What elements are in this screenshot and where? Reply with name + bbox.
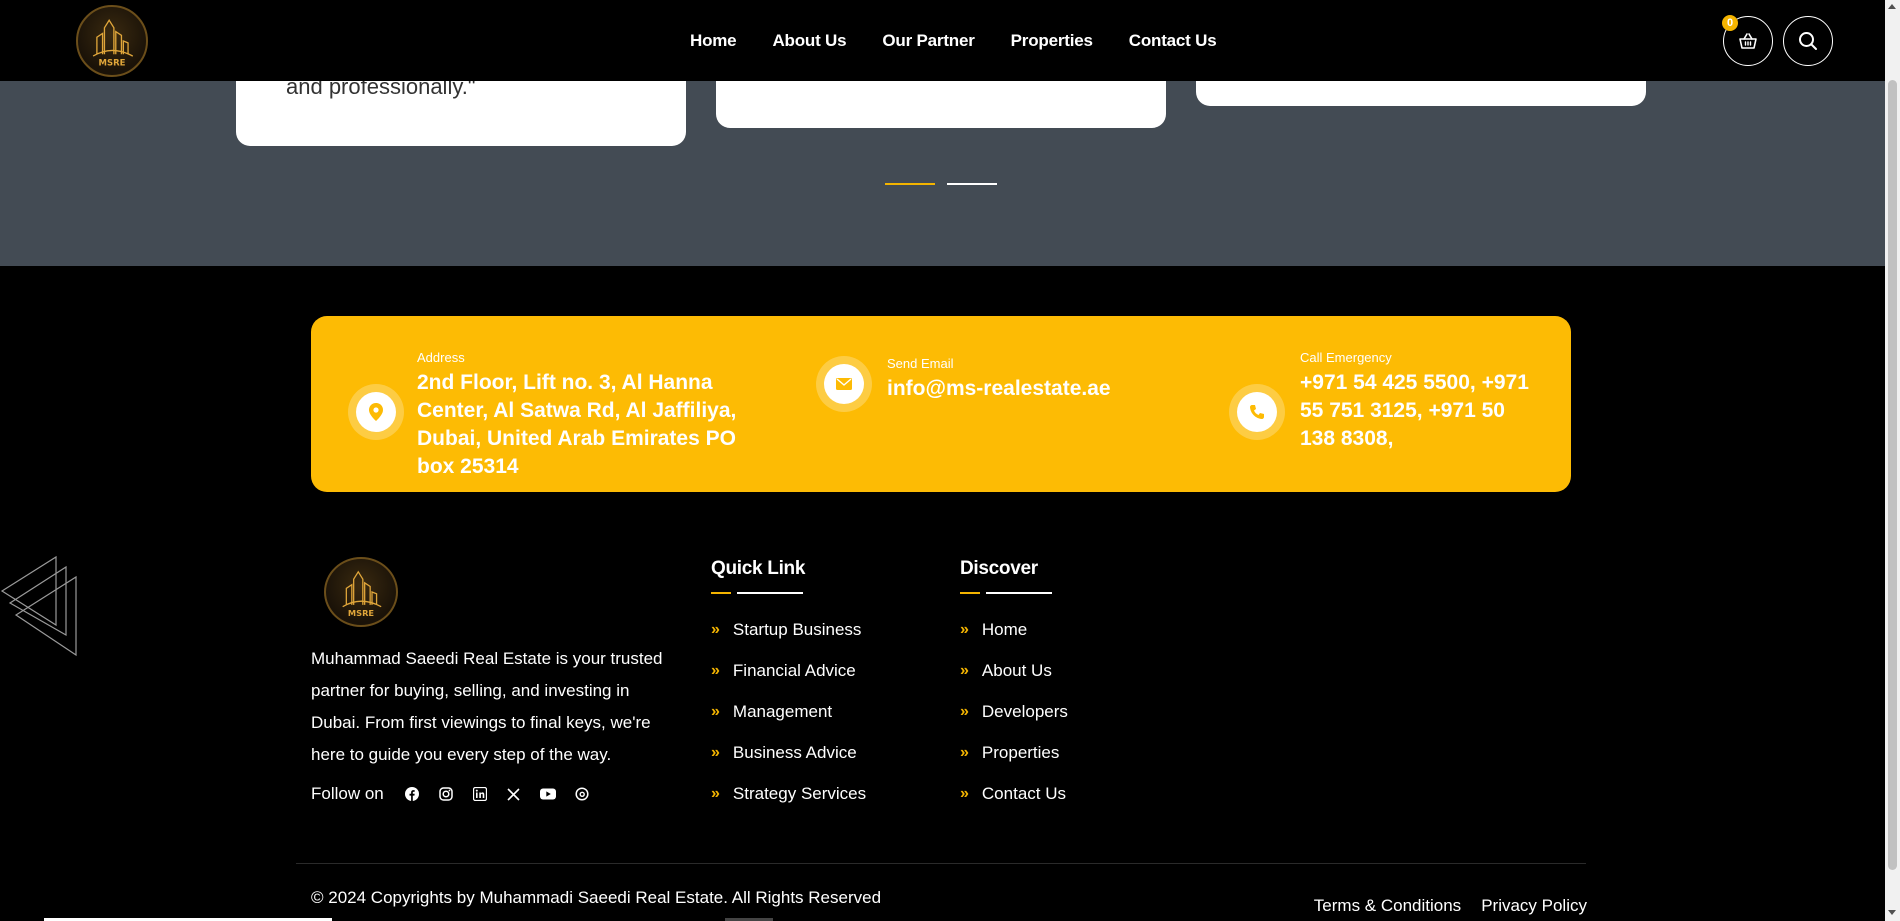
email-icon-wrap (816, 356, 872, 412)
site-logo[interactable]: MSRE (76, 5, 148, 77)
quick-link-column: Quick Link » Startup Business » Financial … (711, 558, 866, 825)
quick-link-label: Business Advice (732, 743, 857, 762)
basket-icon (1739, 33, 1757, 49)
nav-our-partner[interactable]: Our Partner (882, 31, 974, 51)
instagram-icon[interactable] (438, 786, 454, 802)
discover-item[interactable]: » About Us (960, 661, 1068, 702)
nav-properties[interactable]: Properties (1011, 31, 1093, 51)
carousel-dot-1[interactable] (885, 183, 935, 185)
address-value: 2nd Floor, Lift no. 3, Al Hanna Center, … (417, 371, 737, 478)
terms-link[interactable]: Terms & Conditions (1314, 896, 1461, 916)
phone-value[interactable]: +971 54 425 5500, +971 55 751 3125, +971… (1300, 369, 1530, 453)
location-pin-icon (356, 392, 396, 432)
nav-about-us[interactable]: About Us (772, 31, 846, 51)
discover-title: Discover (960, 558, 1038, 579)
heading-underline (711, 592, 866, 594)
quick-link-list: » Startup Business » Financial Advice » Man… (711, 620, 866, 825)
follow-label: Follow on (311, 784, 384, 803)
double-chevron-right-icon: » (960, 785, 969, 802)
search-button[interactable] (1783, 16, 1833, 66)
quick-link-item[interactable]: » Strategy Services (711, 784, 866, 825)
page-scrollbar[interactable] (1885, 0, 1900, 921)
quick-link-item[interactable]: » Financial Advice (711, 661, 866, 702)
carousel-dots (885, 183, 997, 185)
logo-buildings-icon: MSRE (92, 18, 134, 69)
quick-link-item[interactable]: » Business Advice (711, 743, 866, 784)
envelope-icon (824, 364, 864, 404)
logo-buildings-icon: MSRE (342, 570, 382, 618)
facebook-icon[interactable] (404, 786, 420, 802)
double-chevron-right-icon: » (711, 662, 720, 679)
phone-icon (1237, 392, 1277, 432)
phone-text: Call Emergency +971 54 425 5500, +971 55… (1300, 350, 1530, 453)
email-value[interactable]: info@ms-realestate.ae (887, 375, 1111, 403)
footer-about-text: Muhammad Saeedi Real Estate is your trus… (311, 649, 663, 764)
follow-on: Follow on (311, 784, 590, 804)
address-label: Address (417, 350, 465, 365)
quick-link-label: Financial Advice (732, 661, 856, 680)
double-chevron-right-icon: » (960, 621, 969, 638)
email-label: Send Email (887, 356, 954, 371)
address-icon-wrap (348, 384, 404, 440)
discover-label: Developers (981, 702, 1068, 721)
address-text: Address 2nd Floor, Lift no. 3, Al Hanna … (417, 350, 777, 481)
quick-link-title: Quick Link (711, 558, 806, 579)
youtube-icon[interactable] (539, 786, 556, 802)
quick-link-item[interactable]: » Startup Business (711, 620, 866, 661)
nav-contact-us[interactable]: Contact Us (1129, 31, 1217, 51)
decorative-triangles-icon (0, 555, 77, 657)
discover-item[interactable]: » Properties (960, 743, 1068, 784)
svg-text:MSRE: MSRE (99, 59, 126, 69)
x-icon[interactable] (506, 786, 522, 802)
quick-link-label: Startup Business (732, 620, 862, 639)
footer-logo[interactable]: MSRE (324, 557, 398, 627)
quick-link-label: Strategy Services (732, 784, 867, 803)
svg-text:MSRE: MSRE (348, 608, 375, 618)
discover-label: Home (981, 620, 1028, 639)
discover-label: Contact Us (981, 784, 1066, 803)
double-chevron-right-icon: » (711, 744, 720, 761)
heading-underline (960, 592, 1068, 594)
threads-icon[interactable] (574, 786, 590, 802)
discover-item[interactable]: » Home (960, 620, 1068, 661)
discover-item[interactable]: » Developers (960, 702, 1068, 743)
contact-info-bar: Address 2nd Floor, Lift no. 3, Al Hanna … (311, 316, 1571, 492)
discover-list: » Home » About Us » Developers » Properties … (960, 620, 1068, 825)
scroll-down-arrow-icon[interactable] (1888, 910, 1896, 915)
privacy-link[interactable]: Privacy Policy (1481, 896, 1587, 916)
search-icon (1799, 32, 1817, 50)
cart-count-badge: 0 (1722, 15, 1738, 31)
double-chevron-right-icon: » (711, 703, 720, 720)
discover-label: Properties (981, 743, 1060, 762)
double-chevron-right-icon: » (960, 703, 969, 720)
double-chevron-right-icon: » (960, 662, 969, 679)
main-nav: Home About Us Our Partner Properties Con… (690, 0, 1217, 81)
email-text: Send Email info@ms-realestate.ae (887, 356, 1111, 412)
double-chevron-right-icon: » (711, 621, 720, 638)
copyright-text: © 2024 Copyrights by Muhammadi Saeedi Re… (311, 888, 882, 907)
contact-email[interactable]: Send Email info@ms-realestate.ae (816, 356, 1111, 412)
carousel-dot-2[interactable] (947, 183, 997, 185)
phone-icon-wrap (1229, 384, 1285, 440)
discover-item[interactable]: » Contact Us (960, 784, 1068, 825)
scroll-up-arrow-icon[interactable] (1888, 4, 1896, 9)
phone-label: Call Emergency (1300, 350, 1392, 365)
nav-home[interactable]: Home (690, 31, 737, 51)
site-header: MSRE Home About Us Our Partner Propertie… (0, 0, 1885, 81)
cart-button[interactable]: 0 (1722, 15, 1773, 66)
double-chevron-right-icon: » (960, 744, 969, 761)
quick-link-item[interactable]: » Management (711, 702, 866, 743)
footer-divider (296, 863, 1586, 864)
linkedin-icon[interactable] (472, 786, 488, 802)
scroll-thumb[interactable] (1888, 80, 1897, 870)
contact-phone[interactable]: Call Emergency +971 54 425 5500, +971 55… (1229, 350, 1530, 453)
quick-link-label: Management (732, 702, 833, 721)
discover-label: About Us (981, 661, 1052, 680)
discover-column: Discover » Home » About Us » Developers » Pr… (960, 558, 1068, 825)
contact-address: Address 2nd Floor, Lift no. 3, Al Hanna … (348, 350, 777, 481)
double-chevron-right-icon: » (711, 785, 720, 802)
legal-links: Terms & Conditions Privacy Policy (1314, 896, 1587, 916)
social-links (404, 786, 590, 802)
